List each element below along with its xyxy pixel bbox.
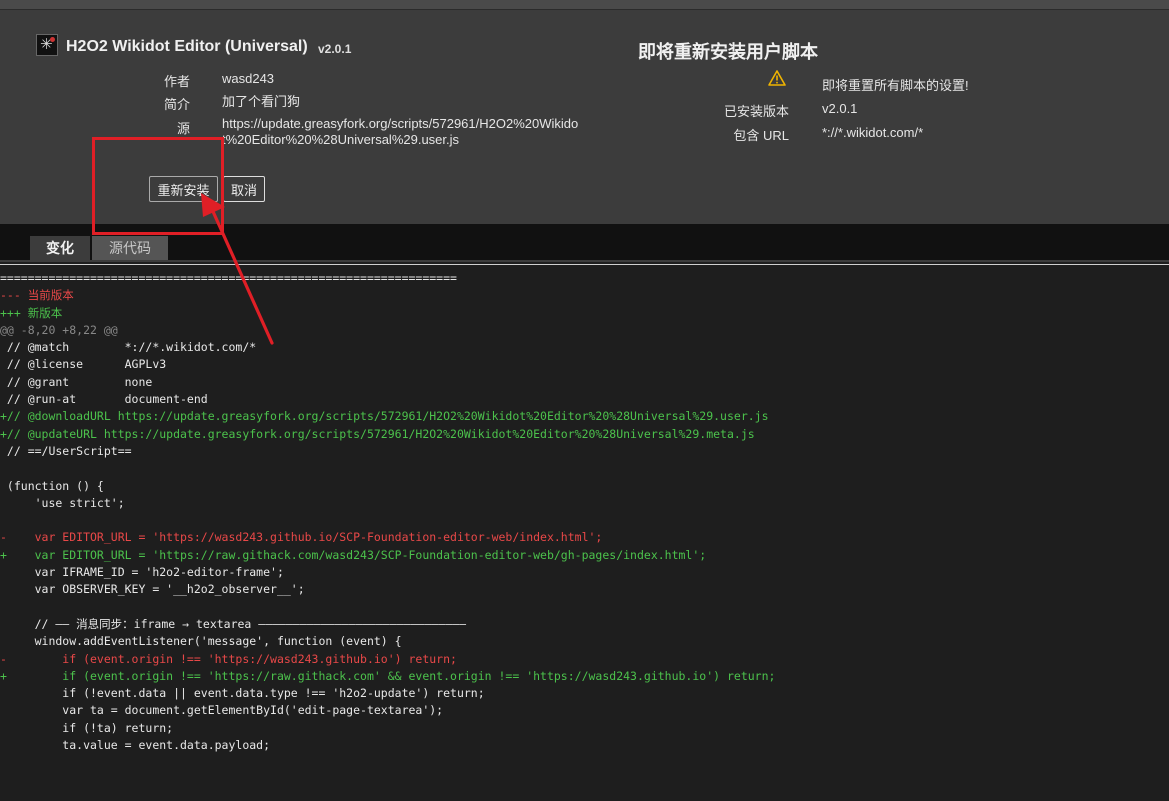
tab-source-code[interactable]: 源代码: [92, 236, 168, 260]
diff-line-add: +// @downloadURL https://update.greasyfo…: [0, 409, 769, 424]
diff-line-sep: ========================================…: [0, 271, 457, 285]
tab-changes[interactable]: 变化: [30, 236, 90, 260]
content-divider: [0, 264, 1169, 265]
diff-line-ctx: window.addEventListener('message', funct…: [0, 634, 402, 649]
diff-line-add: +++ 新版本: [0, 305, 63, 320]
diff-line-ctx: // @run-at document-end: [0, 392, 208, 407]
source-label: 源: [176, 121, 190, 136]
diff-line-ctx: if (!event.data || event.data.type !== '…: [0, 686, 485, 701]
reset-warning-text: 即将重置所有脚本的设置!: [822, 78, 969, 93]
diff-line-ctx: [0, 460, 1169, 477]
diff-line-ctx: ta.value = event.data.payload;: [0, 738, 271, 753]
diff-line-add: +// @updateURL https://update.greasyfork…: [0, 426, 755, 441]
diff-line-hunk: @@ -8,20 +8,22 @@: [0, 322, 118, 337]
cancel-button[interactable]: 取消: [223, 176, 265, 202]
installed-version-label: 已安装版本: [723, 104, 789, 119]
diff-line-add: + var EDITOR_URL = 'https://raw.githack.…: [0, 547, 707, 562]
author-value: wasd243: [222, 71, 275, 86]
diff-line-ctx: // ==/UserScript==: [0, 443, 132, 458]
tab-bar: [0, 224, 1169, 260]
include-url-label: 包含 URL: [733, 128, 789, 143]
diff-line-add: + if (event.origin !== 'https://raw.gith…: [0, 668, 776, 683]
script-logo-icon: ✳: [36, 34, 58, 56]
diff-line-rem: - if (event.origin !== 'https://wasd243.…: [0, 651, 457, 666]
diff-line-ctx: [0, 512, 1169, 529]
logo-dot: [50, 37, 55, 42]
reinstall-notice-title: 即将重新安装用户脚本: [638, 42, 818, 62]
source-link[interactable]: https://update.greasyfork.org/scripts/57…: [222, 116, 582, 148]
diff-line-ctx: 'use strict';: [0, 495, 125, 510]
description-label: 简介: [163, 97, 190, 112]
diff-line-ctx: // —— 消息同步：iframe → textarea ———————————…: [0, 616, 466, 631]
diff-line-ctx: if (!ta) return;: [0, 720, 174, 735]
diff-view: ========================================…: [0, 270, 1169, 801]
diff-line-rem: --- 当前版本: [0, 288, 74, 303]
diff-line-ctx: (function () {: [0, 478, 104, 493]
script-version: v2.0.1: [318, 42, 352, 56]
tab-underline: [0, 260, 1169, 262]
diff-line-ctx: [0, 599, 1169, 616]
reinstall-button[interactable]: 重新安装: [149, 176, 218, 202]
diff-line-rem: - var EDITOR_URL = 'https://wasd243.gith…: [0, 530, 603, 545]
diff-line-ctx: var IFRAME_ID = 'h2o2-editor-frame';: [0, 565, 284, 580]
author-label: 作者: [163, 74, 190, 89]
include-url-value: *://*.wikidot.com/*: [822, 125, 924, 140]
diff-line-ctx: var ta = document.getElementById('edit-p…: [0, 703, 444, 718]
diff-line-ctx: var OBSERVER_KEY = '__h2o2_observer__';: [0, 582, 305, 597]
window-top-strip: [0, 0, 1169, 10]
diff-line-ctx: // @match *://*.wikidot.com/*: [0, 340, 257, 355]
warning-icon: [768, 70, 786, 86]
diff-line-ctx: // @license AGPLv3: [0, 357, 167, 372]
diff-line-ctx: // @grant none: [0, 374, 153, 389]
description-value: 加了个看门狗: [222, 94, 301, 109]
installed-version-value: v2.0.1: [822, 101, 858, 116]
script-title: H2O2 Wikidot Editor (Universal): [66, 38, 308, 55]
